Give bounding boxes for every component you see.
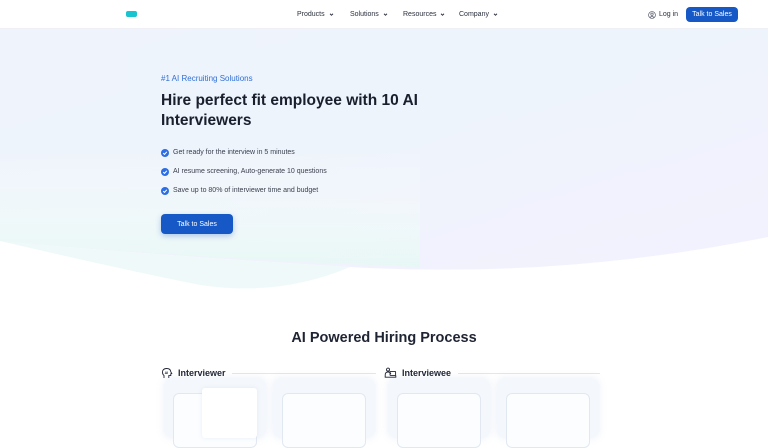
check-circle-icon: [161, 148, 169, 157]
feature-item: AI resume screening, Auto-generate 10 qu…: [161, 162, 327, 181]
talk-to-sales-header-button[interactable]: Talk to Sales: [686, 7, 738, 22]
card-preview: [506, 393, 590, 448]
preview-panel: [202, 388, 257, 438]
section-title: AI Powered Hiring Process: [291, 330, 477, 346]
process-card[interactable]: [388, 378, 490, 448]
hero-background: [0, 29, 768, 289]
hero-eyebrow: #1 AI Recruiting Solutions: [161, 74, 253, 83]
card-preview: [282, 393, 366, 448]
process-card[interactable]: [273, 378, 375, 448]
divider: [458, 373, 600, 374]
login-link[interactable]: Log in: [648, 0, 678, 29]
feature-item: Save up to 80% of interviewer time and b…: [161, 181, 327, 200]
feature-text: Get ready for the interview in 5 minutes: [173, 149, 295, 156]
chevron-down-icon: [329, 13, 333, 16]
brand-logo[interactable]: [126, 11, 137, 17]
card-preview: [397, 393, 481, 448]
check-circle-icon: [161, 167, 169, 176]
nav-label: Solutions: [350, 11, 379, 18]
nav-label: Resources: [403, 11, 437, 18]
user-icon: [648, 10, 656, 19]
chevron-down-icon: [441, 13, 445, 16]
feature-item: Get ready for the interview in 5 minutes: [161, 143, 327, 162]
nav-solutions[interactable]: Solutions: [350, 0, 388, 29]
nav-resources[interactable]: Resources: [403, 0, 445, 29]
role-label: Interviewer: [178, 368, 226, 378]
button-label: Talk to Sales: [177, 220, 217, 228]
site-header: Products Solutions Resources Company Log…: [0, 0, 768, 29]
chevron-down-icon: [493, 13, 498, 16]
role-label: Interviewee: [402, 368, 452, 378]
process-card[interactable]: [497, 378, 599, 448]
button-label: Talk to Sales: [692, 11, 732, 18]
feature-text: Save up to 80% of interviewer time and b…: [173, 187, 319, 194]
hero-feature-list: Get ready for the interview in 5 minutes…: [161, 143, 327, 200]
nav-label: Company: [459, 11, 489, 18]
hero-section: #1 AI Recruiting Solutions Hire perfect …: [0, 29, 768, 299]
nav-label: Products: [297, 11, 325, 18]
nav-company[interactable]: Company: [459, 0, 498, 29]
hero-title: Hire perfect fit employee with 10 AI Int…: [161, 92, 418, 129]
feature-text: AI resume screening, Auto-generate 10 qu…: [173, 168, 327, 175]
talk-to-sales-hero-button[interactable]: Talk to Sales: [161, 214, 233, 234]
svg-text:AI: AI: [165, 371, 169, 375]
check-circle-icon: [161, 186, 169, 195]
login-label: Log in: [659, 11, 679, 18]
divider: [232, 373, 376, 374]
nav-products[interactable]: Products: [297, 0, 334, 29]
chevron-down-icon: [383, 13, 388, 16]
